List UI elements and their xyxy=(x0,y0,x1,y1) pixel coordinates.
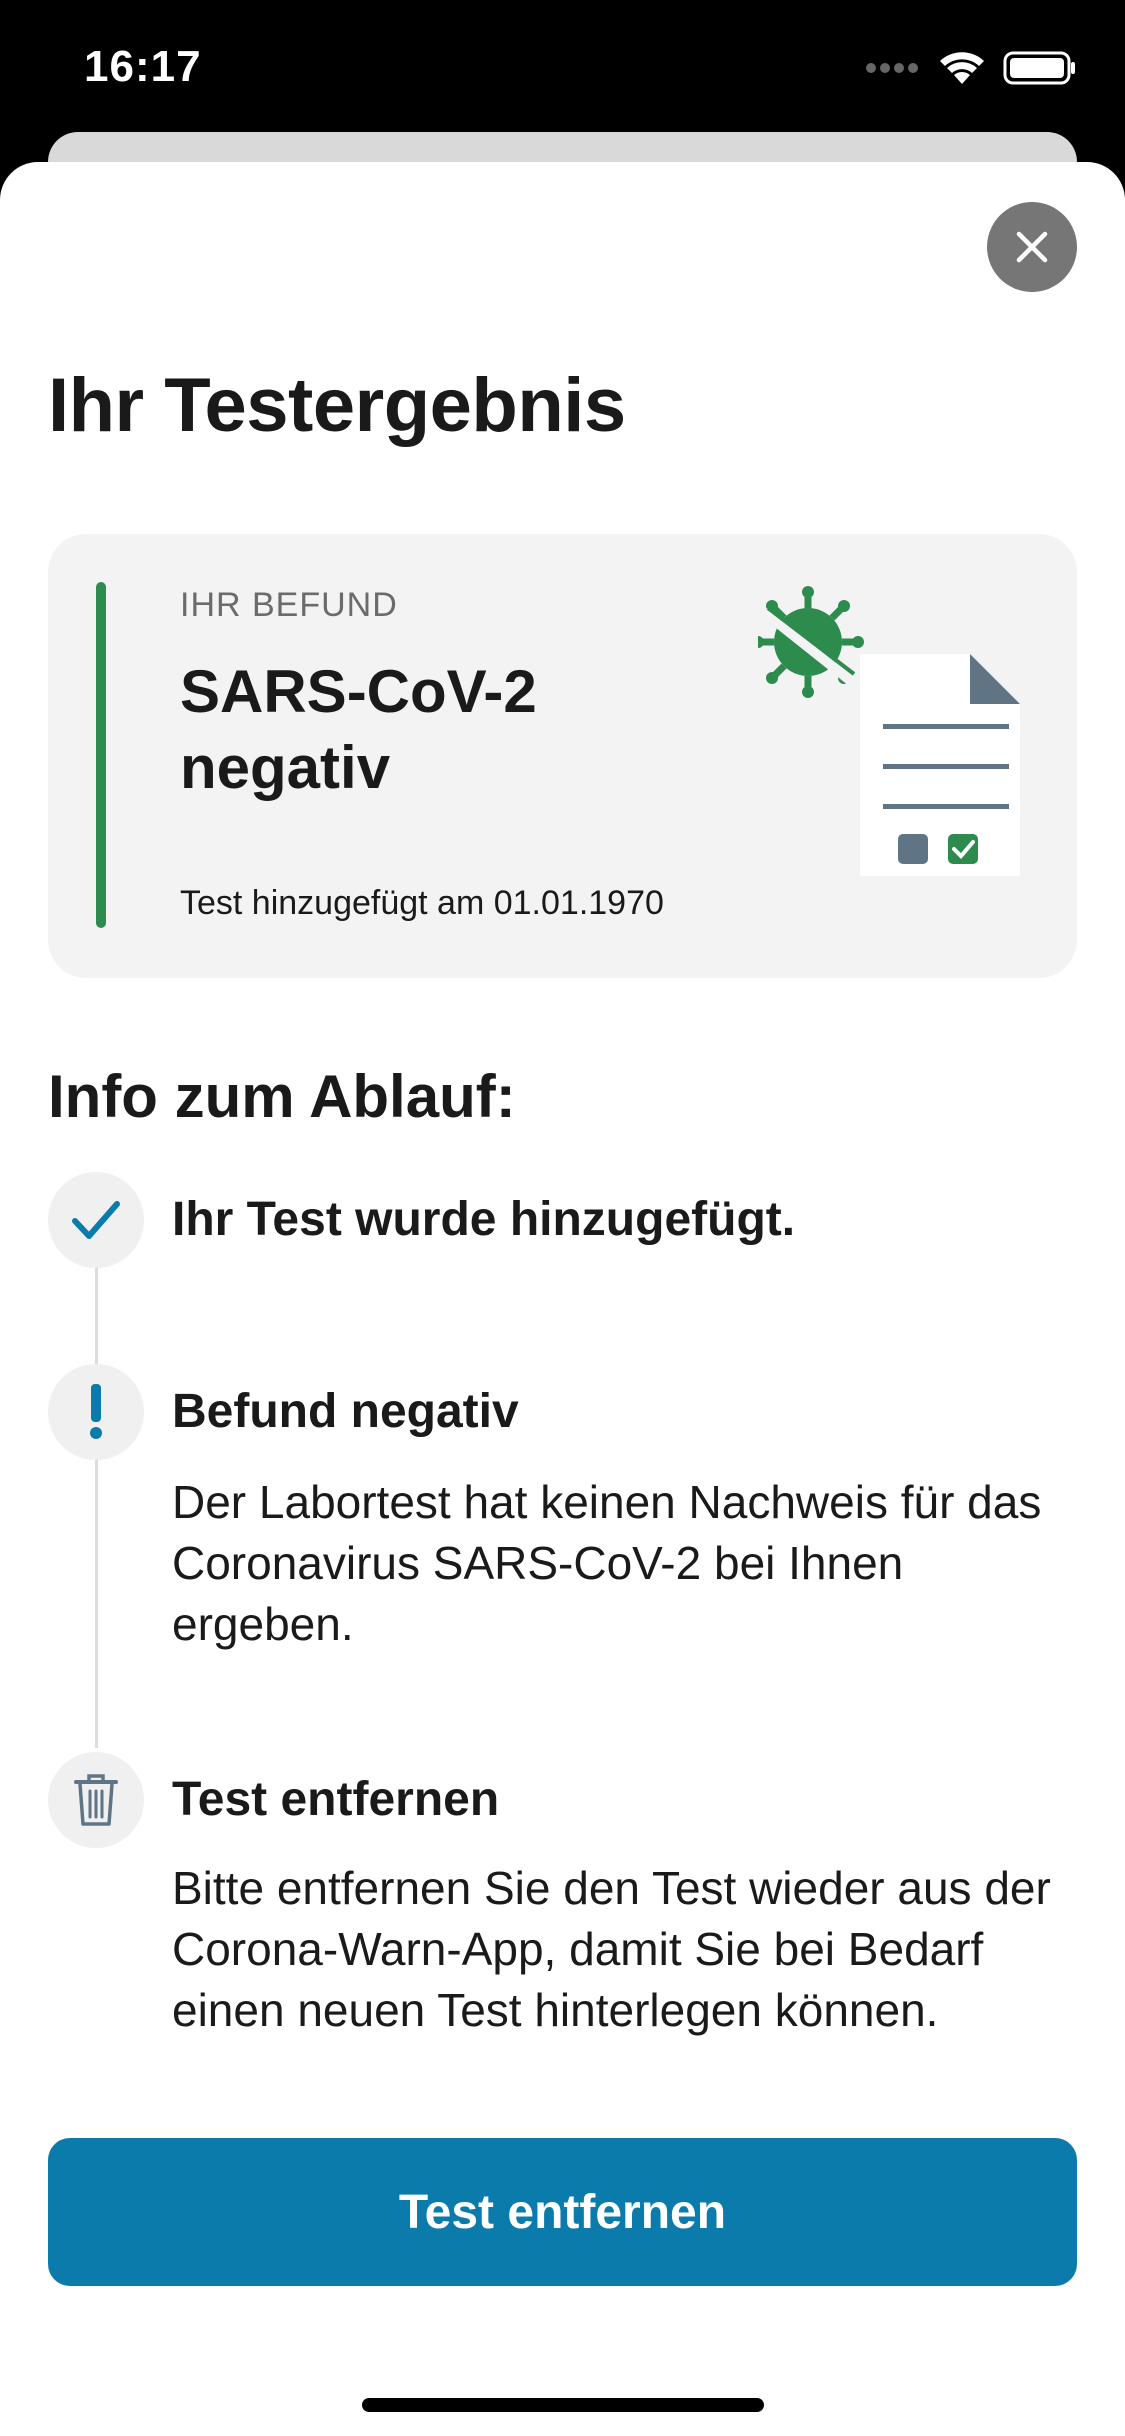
status-icons xyxy=(865,50,1077,86)
step-2-title: Befund negativ xyxy=(172,1385,519,1438)
step-2-text: Der Labortest hat keinen Nachweis für da… xyxy=(172,1476,1042,1650)
modal-sheet xyxy=(0,162,1125,2436)
step-1-title: Ihr Test wurde hinzugefügt. xyxy=(172,1193,796,1246)
step-3-icon-circle xyxy=(48,1752,144,1848)
step-3-text: Bitte entfernen Sie den Test wieder aus … xyxy=(172,1862,1051,2036)
status-time: 16:17 xyxy=(84,42,202,91)
step-1-icon-circle xyxy=(48,1172,144,1268)
signal-icon xyxy=(866,63,918,73)
timeline-connector xyxy=(95,1458,98,1748)
step-3-title: Test entfernen xyxy=(172,1773,500,1826)
test-document-illustration xyxy=(758,586,1020,876)
close-icon xyxy=(1016,231,1048,263)
status-bar: 16:17 xyxy=(0,0,1125,140)
virus-icon xyxy=(758,586,864,698)
result-card: IHR BEFUND SARS-CoV-2 negativ Test hinzu… xyxy=(48,534,1077,978)
step-2-icon-circle xyxy=(48,1364,144,1460)
timeline-connector xyxy=(95,1266,98,1366)
close-button[interactable] xyxy=(987,202,1077,292)
exclamation-icon xyxy=(90,1384,102,1439)
section-title: Info zum Ablauf: xyxy=(48,1063,516,1130)
page-title: Ihr Testergebnis xyxy=(48,363,626,448)
result-status-bar xyxy=(96,582,106,928)
result-label: IHR BEFUND xyxy=(180,586,398,624)
remove-test-button[interactable]: Test entfernen xyxy=(48,2138,1077,2286)
result-value: SARS-CoV-2 negativ xyxy=(180,658,537,801)
checkmark-icon xyxy=(72,1201,120,1239)
result-date: Test hinzugefügt am 01.01.1970 xyxy=(180,884,664,922)
trash-icon xyxy=(74,1774,118,1826)
wifi-icon xyxy=(940,52,984,84)
home-indicator xyxy=(362,2398,764,2412)
battery-icon xyxy=(1003,51,1075,85)
